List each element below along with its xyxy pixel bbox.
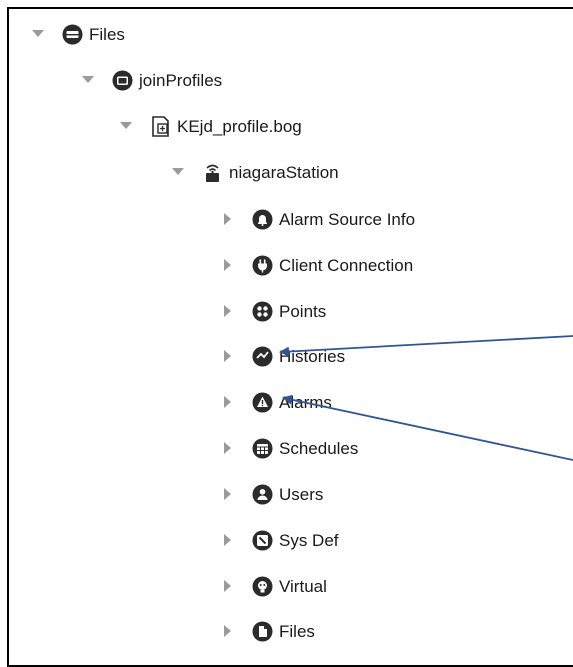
expand-toggle-icon[interactable] xyxy=(220,532,236,548)
drive-icon xyxy=(62,24,83,45)
tree-node-label: Client Connection xyxy=(279,255,414,275)
tree-node-files[interactable]: Files xyxy=(220,609,315,653)
expand-toggle-icon[interactable] xyxy=(220,394,236,410)
expand-toggle-icon[interactable] xyxy=(220,623,236,639)
expand-toggle-icon[interactable] xyxy=(220,578,236,594)
virtual-icon xyxy=(252,576,273,597)
folder-icon xyxy=(112,70,133,91)
tree-node-alarm-source-info[interactable]: Alarm Source Info xyxy=(220,197,415,241)
tree-node-label: Points xyxy=(279,301,327,321)
collapse-toggle-icon[interactable] xyxy=(80,72,96,88)
tree-node-alarms[interactable]: Alarms xyxy=(220,380,332,424)
tree-node-client-connection[interactable]: Client Connection xyxy=(220,243,413,287)
tree-node-label: Schedules xyxy=(279,438,359,458)
expand-toggle-icon[interactable] xyxy=(220,348,236,364)
bell-icon xyxy=(252,209,273,230)
user-icon xyxy=(252,484,273,505)
tree-node-virtual[interactable]: Virtual xyxy=(220,564,327,608)
tree-node-label: Virtual xyxy=(279,576,327,596)
expand-toggle-icon[interactable] xyxy=(220,257,236,273)
history-icon xyxy=(252,346,273,367)
expand-toggle-icon[interactable] xyxy=(220,211,236,227)
file-icon xyxy=(252,621,273,642)
tree-node-sys-def[interactable]: Sys Def xyxy=(220,518,339,562)
expand-toggle-icon[interactable] xyxy=(220,486,236,502)
expand-toggle-icon[interactable] xyxy=(220,303,236,319)
collapse-toggle-icon[interactable] xyxy=(118,118,134,134)
tree-node-label: KEjd_profile.bog xyxy=(177,116,302,136)
collapse-toggle-icon[interactable] xyxy=(30,26,46,42)
tree-node-label: niagaraStation xyxy=(229,162,339,182)
tree-node-users[interactable]: Users xyxy=(220,472,323,516)
tree-node-points[interactable]: Points xyxy=(220,289,326,333)
tree-node-label: Alarms xyxy=(279,392,332,412)
tree-node-schedules[interactable]: Schedules xyxy=(220,426,358,470)
tree-node-label: Users xyxy=(279,484,324,504)
station-icon xyxy=(202,162,223,183)
alarm-icon xyxy=(252,392,273,413)
tree-node-histories[interactable]: Histories xyxy=(220,334,345,378)
tree-node-bog-file[interactable]: KEjd_profile.bog xyxy=(118,104,302,148)
bog-file-icon xyxy=(150,115,171,137)
tree-node-join-profiles[interactable]: joinProfiles xyxy=(80,58,222,102)
tree-node-label: Files xyxy=(89,24,125,44)
sysdef-icon xyxy=(252,530,273,551)
tree-node-label: Files xyxy=(279,621,315,641)
calendar-icon xyxy=(252,438,273,459)
tree-node-label: joinProfiles xyxy=(139,70,223,90)
expand-toggle-icon[interactable] xyxy=(220,440,236,456)
tree-node-label: Alarm Source Info xyxy=(279,209,416,229)
tree-node-station[interactable]: niagaraStation xyxy=(170,150,339,194)
collapse-toggle-icon[interactable] xyxy=(170,164,186,180)
tree-node-label: Histories xyxy=(279,346,346,366)
points-icon xyxy=(252,301,273,322)
plug-icon xyxy=(252,255,273,276)
tree-node-label: Sys Def xyxy=(279,530,339,550)
tree-node-files-root[interactable]: Files xyxy=(30,12,125,56)
